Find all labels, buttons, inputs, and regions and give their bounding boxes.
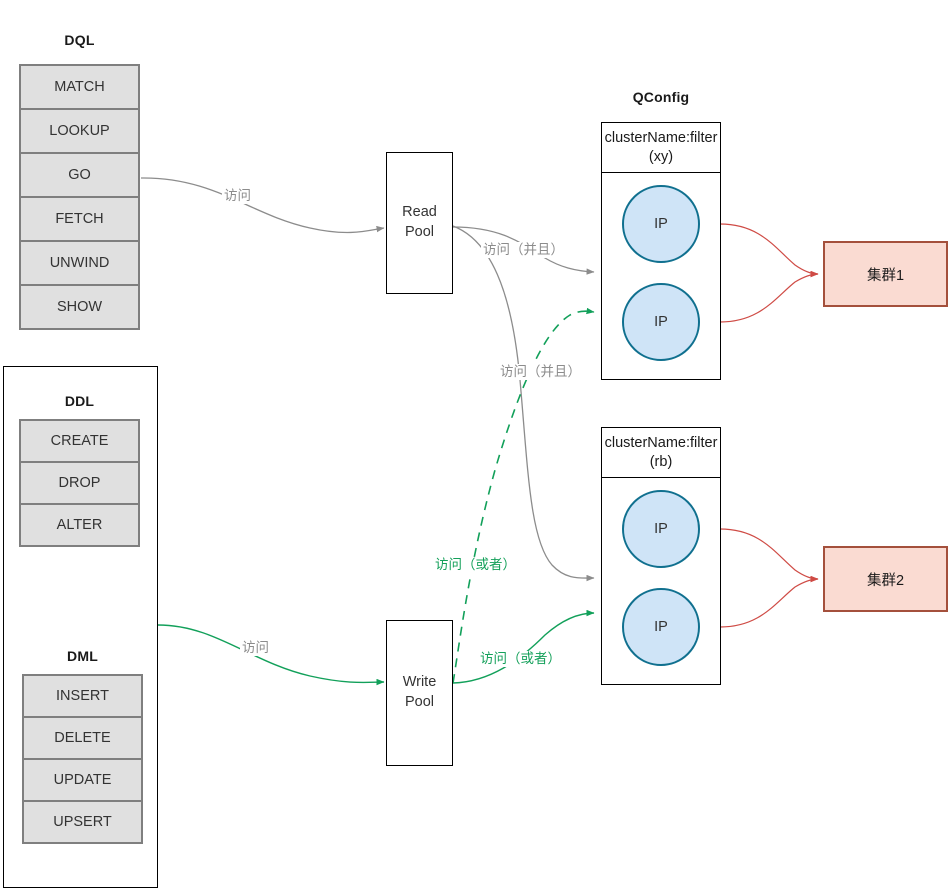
cluster-2-label: 集群2 xyxy=(866,572,905,589)
dql-item-go[interactable]: GO xyxy=(19,152,140,198)
cluster-box-2[interactable]: 集群2 xyxy=(823,546,948,612)
dml-stack: INSERT DELETE UPDATE UPSERT xyxy=(22,674,143,844)
dml-item-delete[interactable]: DELETE xyxy=(22,716,143,760)
dql-stack: MATCH LOOKUP GO FETCH UNWIND SHOW xyxy=(19,64,140,330)
ddl-stack: CREATE DROP ALTER xyxy=(19,419,140,547)
ddl-item-drop[interactable]: DROP xyxy=(19,461,140,505)
ip-node-xy-1[interactable]: IP xyxy=(622,185,700,263)
dml-item-insert[interactable]: INSERT xyxy=(22,674,143,718)
qconfig-header-rb-line1: clusterName:filter xyxy=(604,434,718,451)
ddl-group-title: DDL xyxy=(64,393,95,409)
ddl-item-alter[interactable]: ALTER xyxy=(19,503,140,547)
dml-item-update[interactable]: UPDATE xyxy=(22,758,143,802)
dml-group-title: DML xyxy=(67,648,98,664)
edge-label-dql-to-read: 访问 xyxy=(222,188,253,205)
dql-item-fetch[interactable]: FETCH xyxy=(19,196,140,242)
dql-item-match[interactable]: MATCH xyxy=(19,64,140,110)
edge-label-write-to-qconfig-xy: 访问（或者） xyxy=(433,557,518,574)
edge-read-to-qconfig-rb xyxy=(452,225,595,582)
dml-item-upsert[interactable]: UPSERT xyxy=(22,800,143,844)
qconfig-header-xy-line1: clusterName:filter xyxy=(604,129,718,146)
diagram-canvas: DQL MATCH LOOKUP GO FETCH UNWIND SHOW DD… xyxy=(0,0,948,893)
ip-node-xy-2-label: IP xyxy=(654,314,668,330)
dql-item-show[interactable]: SHOW xyxy=(19,284,140,330)
edge-dml-to-write-pool xyxy=(157,624,385,686)
cluster-1-label: 集群1 xyxy=(866,267,905,284)
read-pool-label-line2: Pool xyxy=(404,224,435,240)
ddl-item-create[interactable]: CREATE xyxy=(19,419,140,463)
read-pool-box[interactable]: Read Pool xyxy=(386,152,453,294)
qconfig-header-rb: clusterName:filter (rb) xyxy=(602,428,720,478)
ip-node-rb-1[interactable]: IP xyxy=(622,490,700,568)
edge-ip-xy-2-to-cluster1 xyxy=(719,270,819,323)
cluster-box-1[interactable]: 集群1 xyxy=(823,241,948,307)
edge-label-write-to-qconfig-rb: 访问（或者） xyxy=(478,651,563,668)
dql-item-lookup[interactable]: LOOKUP xyxy=(19,108,140,154)
dql-group-title: DQL xyxy=(64,32,95,48)
edge-dql-to-read-pool xyxy=(140,177,385,234)
edge-ip-rb-1-to-cluster2 xyxy=(719,528,819,583)
ip-node-rb-2[interactable]: IP xyxy=(622,588,700,666)
qconfig-title: QConfig xyxy=(632,89,690,105)
ip-node-xy-2[interactable]: IP xyxy=(622,283,700,361)
qconfig-header-rb-line2: (rb) xyxy=(649,453,673,470)
edge-label-dml-to-write: 访问 xyxy=(240,640,271,657)
qconfig-header-xy: clusterName:filter (xy) xyxy=(602,123,720,173)
read-pool-label-line1: Read xyxy=(402,204,437,221)
ip-node-rb-1-label: IP xyxy=(654,521,668,537)
edge-label-read-to-qconfig-xy: 访问（并且） xyxy=(481,242,566,259)
edge-write-to-qconfig-rb xyxy=(452,609,595,684)
write-pool-box[interactable]: Write Pool xyxy=(386,620,453,766)
write-pool-label-line1: Write xyxy=(402,674,437,691)
edge-label-read-to-qconfig-rb: 访问（并且） xyxy=(498,364,583,381)
write-pool-label-line2: Pool xyxy=(404,694,435,710)
qconfig-header-xy-line2: (xy) xyxy=(648,148,674,165)
edge-ip-rb-2-to-cluster2 xyxy=(719,575,819,628)
ip-node-rb-2-label: IP xyxy=(654,619,668,635)
edge-ip-xy-1-to-cluster1 xyxy=(719,223,819,278)
dql-item-unwind[interactable]: UNWIND xyxy=(19,240,140,286)
ip-node-xy-1-label: IP xyxy=(654,216,668,232)
